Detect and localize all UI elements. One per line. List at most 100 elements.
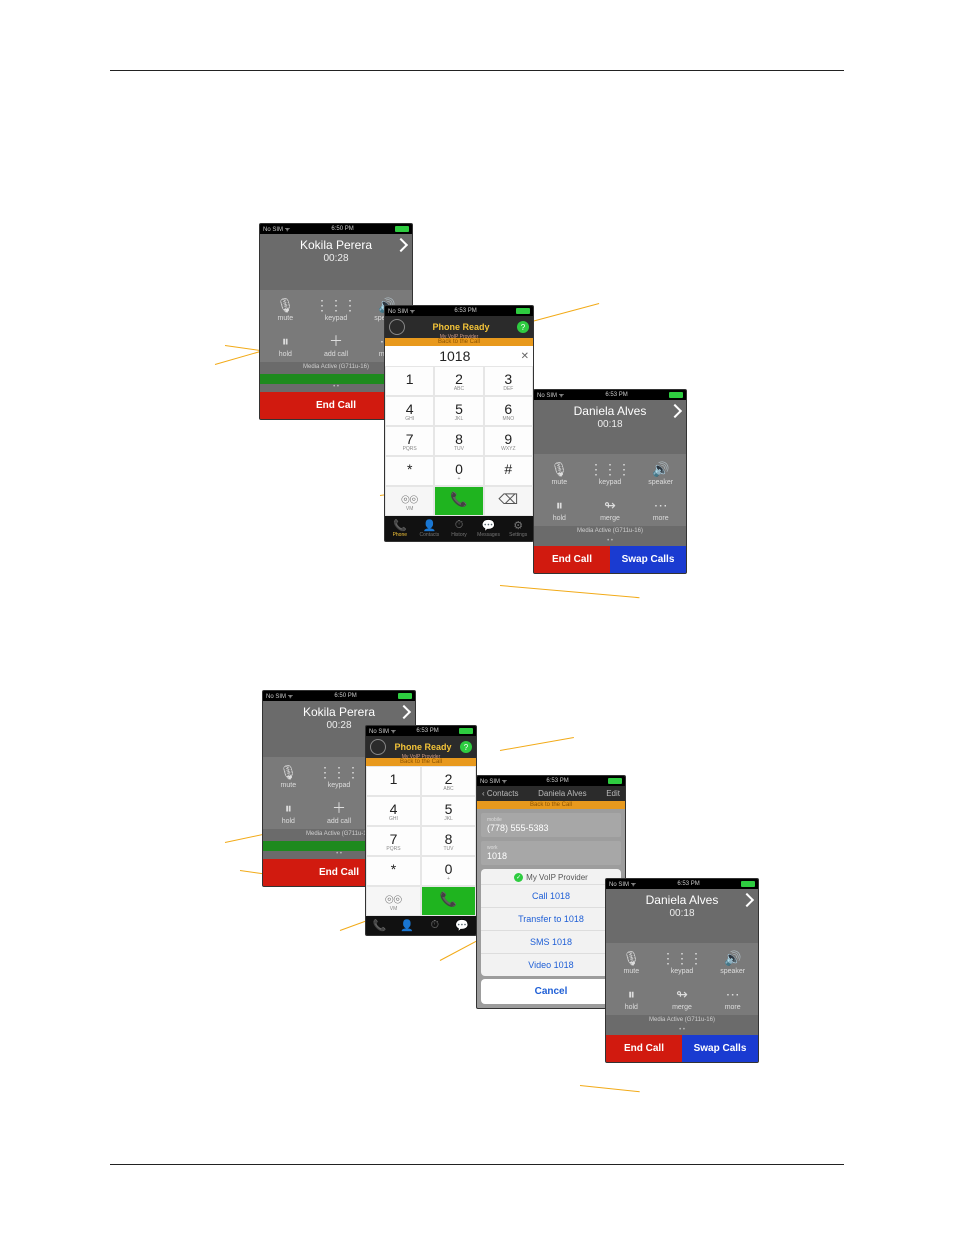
speaker-button[interactable]: 🔊speaker: [635, 454, 686, 490]
call-header: Kokila Perera 00:28: [260, 234, 412, 270]
hold-button[interactable]: ⏸hold: [263, 793, 314, 829]
key-5[interactable]: 5JKL: [421, 796, 476, 826]
keypad-button[interactable]: ⋮⋮⋮keypad: [314, 757, 365, 793]
contact-field-work[interactable]: work 1018: [481, 841, 621, 865]
wheel-icon[interactable]: [370, 739, 386, 755]
status-left: No SIM ᯤ: [388, 307, 415, 315]
key-0[interactable]: 0+: [434, 456, 483, 486]
voicemail-button[interactable]: ⌾⌾VM: [366, 886, 421, 916]
nav-history[interactable]: ⏱: [421, 916, 449, 935]
end-call-button[interactable]: End Call: [606, 1035, 682, 1062]
dial-button[interactable]: 📞: [434, 486, 483, 516]
sheet-sms[interactable]: SMS 1018: [481, 930, 621, 953]
swap-calls-button[interactable]: Swap Calls: [682, 1035, 758, 1062]
provider-dot-icon: ✓: [514, 873, 523, 882]
page-dots: • •: [534, 538, 686, 546]
mute-button[interactable]: 🎙mute: [606, 943, 657, 979]
end-call-button[interactable]: End Call: [534, 546, 610, 573]
nav-phone[interactable]: 📞: [366, 916, 394, 935]
key-9[interactable]: 9WXYZ: [484, 426, 533, 456]
more-button[interactable]: ⋯more: [635, 490, 686, 526]
dialer-title: Phone Ready: [390, 742, 456, 752]
more-button[interactable]: ⋯more: [707, 979, 758, 1015]
add-call-button[interactable]: ＋add call: [311, 326, 362, 362]
sheet-cancel[interactable]: Cancel: [481, 979, 621, 1004]
dialer-title: Phone Ready: [409, 322, 513, 332]
back-to-call-banner[interactable]: Back to the Call: [477, 801, 625, 809]
contact-field-mobile[interactable]: mobile (778) 555-5383: [481, 813, 621, 837]
nav-phone[interactable]: 📞Phone: [385, 516, 415, 541]
key-8[interactable]: 8TUV: [434, 426, 483, 456]
key-1[interactable]: 1: [385, 366, 434, 396]
key-3[interactable]: 3DEF: [484, 366, 533, 396]
key-2[interactable]: 2ABC: [434, 366, 483, 396]
nav-contacts[interactable]: 👤Contacts: [415, 516, 445, 541]
sheet-provider: My VoIP Provider: [526, 873, 588, 882]
key-hash[interactable]: #: [484, 456, 533, 486]
hold-button[interactable]: ⏸hold: [606, 979, 657, 1015]
help-icon[interactable]: ?: [460, 741, 472, 753]
key-1[interactable]: 1: [366, 766, 421, 796]
phone-incall-daniela: No SIM ᯤ6:53 PM Daniela Alves 00:18 🎙mut…: [605, 878, 759, 1063]
backspace-button[interactable]: ⌫: [484, 486, 533, 516]
add-call-button[interactable]: ＋add call: [314, 793, 365, 829]
caller-name: Kokila Perera: [260, 238, 412, 252]
dialer-provider: My VoIP Provider: [385, 334, 533, 340]
nav-history[interactable]: ⏱History: [444, 516, 474, 541]
callout-line: [500, 737, 574, 751]
mute-button[interactable]: 🎙mute: [534, 454, 585, 490]
nav-messages[interactable]: 💬Messages: [474, 516, 504, 541]
call-timer: 00:28: [260, 253, 412, 264]
help-icon[interactable]: ?: [517, 321, 529, 333]
battery-icon: [741, 881, 755, 887]
key-0[interactable]: 0+: [421, 856, 476, 886]
phone-dialer: No SIM ᯤ 6:53 PM Phone Ready ? My VoIP P…: [384, 305, 534, 542]
sheet-transfer[interactable]: Transfer to 1018: [481, 907, 621, 930]
contact-title: Daniela Alves: [538, 789, 586, 798]
key-5[interactable]: 5JKL: [434, 396, 483, 426]
back-contacts[interactable]: ‹ Contacts: [482, 789, 518, 798]
key-7[interactable]: 7PQRS: [366, 826, 421, 856]
hold-button[interactable]: ⏸hold: [260, 326, 311, 362]
wheel-icon[interactable]: [389, 319, 405, 335]
hold-button[interactable]: ⏸hold: [534, 490, 585, 526]
call-header: Daniela Alves 00:18: [534, 400, 686, 436]
battery-icon: [608, 778, 622, 784]
swap-calls-button[interactable]: Swap Calls: [610, 546, 686, 573]
key-4[interactable]: 4GHI: [366, 796, 421, 826]
caller-name: Daniela Alves: [534, 404, 686, 418]
nav-contacts[interactable]: 👤: [394, 916, 422, 935]
key-8[interactable]: 8TUV: [421, 826, 476, 856]
phone-contact-sheet: No SIM ᯤ6:53 PM ‹ Contacts Daniela Alves…: [476, 775, 626, 1009]
key-star[interactable]: *: [385, 456, 434, 486]
key-7[interactable]: 7PQRS: [385, 426, 434, 456]
phone-dialer: No SIM ᯤ6:53 PM Phone Ready ? My VoIP Pr…: [365, 725, 477, 936]
media-status: Media Active (G711u-16): [534, 526, 686, 538]
sheet-video[interactable]: Video 1018: [481, 953, 621, 976]
dial-button[interactable]: 📞: [421, 886, 476, 916]
merge-button[interactable]: ↬merge: [657, 979, 708, 1015]
media-status: Media Active (G711u-16): [606, 1015, 758, 1027]
mute-button[interactable]: 🎙mute: [263, 757, 314, 793]
keypad-button[interactable]: ⋮⋮⋮keypad: [311, 290, 362, 326]
merge-button[interactable]: ↬merge: [585, 490, 636, 526]
nav-messages[interactable]: 💬: [449, 916, 477, 935]
dial-pad: 1 2ABC 3DEF 4GHI 5JKL 6MNO 7PQRS 8TUV 9W…: [385, 366, 533, 516]
clear-icon[interactable]: ✕: [521, 351, 529, 362]
speaker-button[interactable]: 🔊speaker: [707, 943, 758, 979]
keypad-button[interactable]: ⋮⋮⋮keypad: [585, 454, 636, 490]
key-4[interactable]: 4GHI: [385, 396, 434, 426]
call-timer: 00:18: [606, 908, 758, 919]
key-2[interactable]: 2ABC: [421, 766, 476, 796]
sheet-call[interactable]: Call 1018: [481, 884, 621, 907]
nav-settings[interactable]: ⚙Settings: [503, 516, 533, 541]
edit-button[interactable]: Edit: [606, 789, 620, 798]
voicemail-button[interactable]: ⌾⌾VM: [385, 486, 434, 516]
key-6[interactable]: 6MNO: [484, 396, 533, 426]
keypad-button[interactable]: ⋮⋮⋮keypad: [657, 943, 708, 979]
key-star[interactable]: *: [366, 856, 421, 886]
battery-icon: [516, 308, 530, 314]
mute-button[interactable]: 🎙mute: [260, 290, 311, 326]
bottom-rule: [110, 1164, 844, 1165]
caller-name: Kokila Perera: [263, 705, 415, 719]
